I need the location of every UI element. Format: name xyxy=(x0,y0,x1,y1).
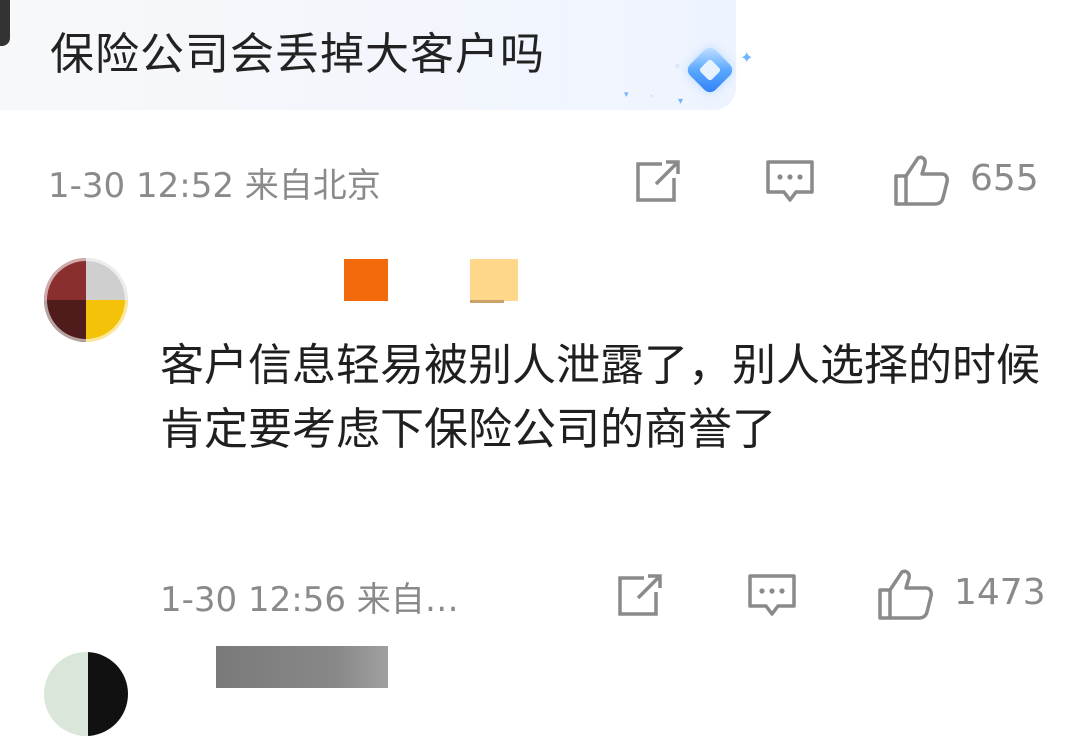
share-icon[interactable] xyxy=(632,160,684,204)
comment-icon[interactable] xyxy=(764,158,816,206)
username-badge-redacted xyxy=(470,259,518,301)
share-icon[interactable] xyxy=(614,574,666,618)
badge-underline xyxy=(470,300,504,303)
avatar[interactable] xyxy=(44,258,128,342)
reply-timestamp: 1-30 12:56 来自… xyxy=(160,580,459,620)
username-redacted[interactable] xyxy=(344,259,388,301)
like-count: 1473 xyxy=(954,572,1046,613)
avatar[interactable] xyxy=(44,652,128,736)
username-redacted[interactable] xyxy=(216,646,388,688)
top-comment-meta: 1-30 12:52 来自北京 655 xyxy=(0,152,1090,212)
top-comment-text: 保险公司会丢掉大客户吗 xyxy=(50,29,545,80)
comment-icon[interactable] xyxy=(746,572,798,620)
like-icon[interactable] xyxy=(876,568,934,620)
diamond-badge-icon: ✦ ◦ ▾ · ▾ xyxy=(624,44,760,108)
reply-comment-text: 客户信息轻易被别人泄露了，别人选择的时候肯定要考虑下保险公司的商誉了 xyxy=(160,340,1040,455)
previous-avatar-edge xyxy=(0,0,10,46)
reply-meta: 1-30 12:56 来自… 1473 xyxy=(0,566,1090,626)
like-count: 655 xyxy=(970,158,1039,199)
comment-thread: 保险公司会丢掉大客户吗 ✦ ◦ ▾ · ▾ 1-30 12:52 来自北京 65… xyxy=(0,0,1090,738)
comment-timestamp: 1-30 12:52 来自北京 xyxy=(48,166,381,206)
like-icon[interactable] xyxy=(892,154,950,206)
